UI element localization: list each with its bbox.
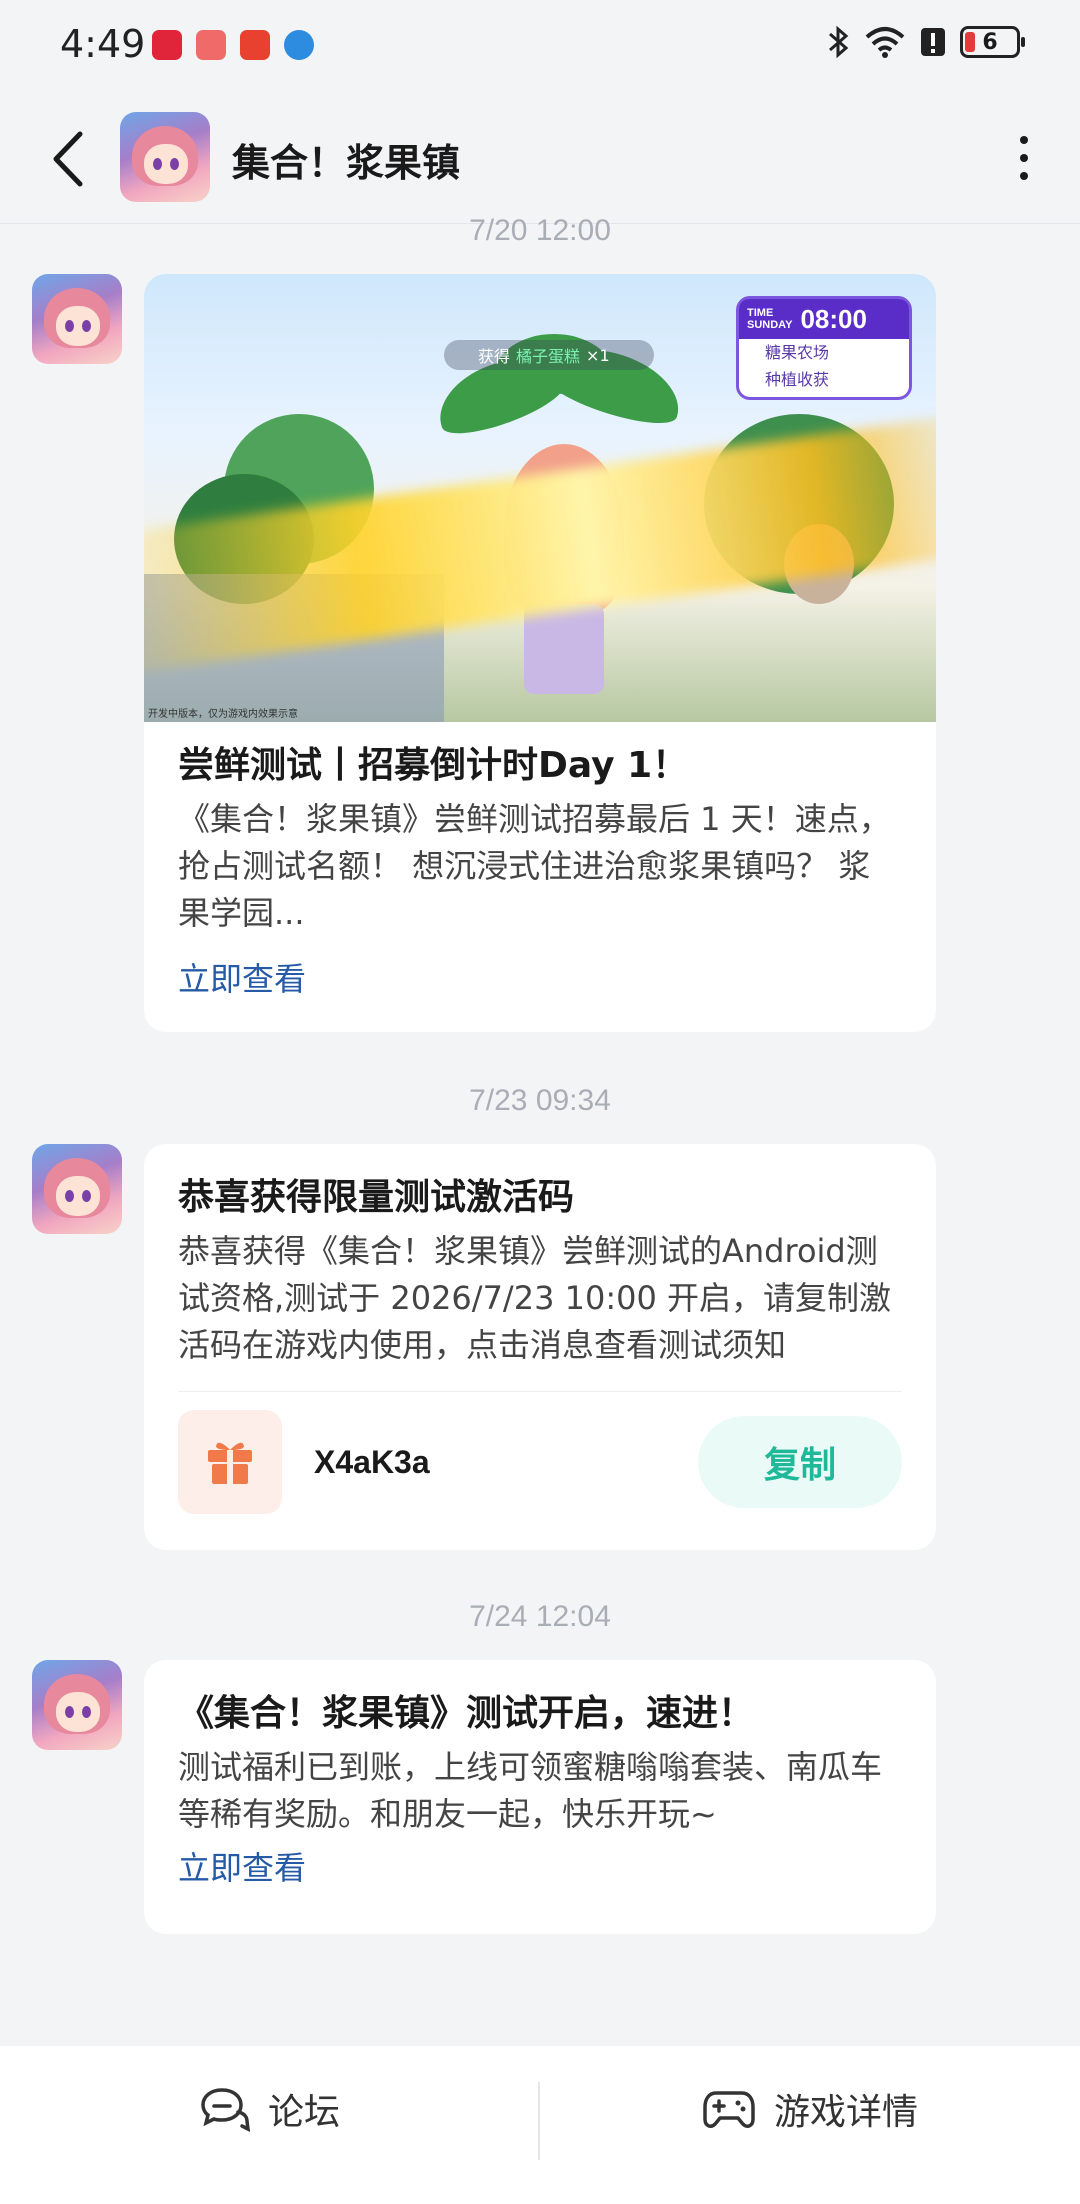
activation-code: X4aK3a [314, 1443, 430, 1480]
chat-title: 集合！浆果镇 [232, 141, 461, 185]
game-time-panel: TIME SUNDAY 08:00 糖果农场 种植收获 [736, 296, 912, 400]
gamepad-icon [703, 2091, 755, 2128]
bottom-action-bar: 论坛 游戏详情 [0, 2046, 1080, 2204]
sender-avatar[interactable] [32, 274, 122, 364]
news-body: 《集合！浆果镇》尝鲜测试招募最后 1 天！速点，抢占测试名额！ 想沉浸式住进治愈… [178, 800, 891, 932]
copy-button[interactable]: 复制 [698, 1416, 902, 1508]
task-label: 种植收获 [765, 370, 830, 389]
news-card[interactable]: 《集合！浆果镇》测试开启，速进！ 测试福利已到账，上线可领蜜糖嗡嗡套装、南瓜车等… [144, 1660, 936, 1934]
banner-caption: 开发中版本，仅为游戏内效果示意 [148, 709, 298, 720]
game-details-button[interactable]: 游戏详情 [540, 2046, 1080, 2172]
game-avatar[interactable] [120, 112, 210, 202]
bottom-separator [538, 2082, 540, 2160]
day-label: SUNDAY [747, 319, 793, 331]
wifi-icon [865, 27, 905, 58]
news-banner-image[interactable]: 获得 橘子蛋糕 ×1 TIME SUNDAY 08:00 糖果农场 种植收获 开… [144, 274, 936, 722]
sender-avatar[interactable] [32, 1660, 122, 1750]
news-title: 《集合！浆果镇》测试开启，速进！ [178, 1693, 755, 1734]
message-timestamp: 7/20 12:00 [469, 214, 611, 247]
reward-item: 橘子蛋糕 [516, 347, 581, 366]
reward-count: ×1 [586, 345, 610, 365]
view-now-link[interactable]: 立即查看 [178, 1848, 902, 1888]
sender-avatar[interactable] [32, 1144, 122, 1234]
reward-toast: 获得 橘子蛋糕 ×1 [444, 340, 654, 370]
status-bar: 4:49 6 [0, 0, 1080, 90]
message-timestamp: 7/24 12:04 [469, 1600, 611, 1633]
system-status-icons: 6 [826, 24, 1025, 60]
more-options-icon[interactable] [1012, 130, 1036, 186]
game-details-label: 游戏详情 [773, 2092, 918, 2133]
message-timestamp: 7/23 09:34 [469, 1084, 611, 1117]
news-title: 尝鲜测试丨招募倒计时Day 1！ [178, 745, 689, 786]
status-time: 4:49 [60, 22, 146, 66]
forum-icon [201, 2088, 250, 2132]
battery-indicator: 6 [960, 26, 1025, 58]
forum-button[interactable]: 论坛 [0, 2046, 540, 2172]
alert-icon [921, 28, 945, 56]
activation-title: 恭喜获得限量测试激活码 [178, 1177, 575, 1218]
location-label: 糖果农场 [765, 343, 830, 362]
forum-label: 论坛 [267, 2092, 340, 2133]
huawei-app-icon [152, 30, 182, 60]
battery-level: 6 [982, 29, 998, 55]
app-blue-icon [284, 30, 314, 60]
gift-icon [178, 1410, 282, 1514]
activation-code-row: X4aK3a 复制 [178, 1392, 902, 1532]
bluetooth-icon [829, 25, 849, 59]
view-now-link[interactable]: 立即查看 [178, 959, 902, 999]
reward-prefix: 获得 [478, 347, 511, 366]
app-red2-icon [240, 30, 270, 60]
news-body: 测试福利已到账，上线可领蜜糖嗡嗡套装、南瓜车等稀有奖励。和朋友一起，快乐开玩~ [178, 1748, 883, 1833]
back-button[interactable] [44, 126, 94, 192]
game-time-value: 08:00 [800, 303, 867, 334]
notification-icons [152, 30, 314, 60]
activation-code-card[interactable]: 恭喜获得限量测试激活码 恭喜获得《集合！浆果镇》尝鲜测试的Android测试资格… [144, 1144, 936, 1550]
activation-body: 恭喜获得《集合！浆果镇》尝鲜测试的Android测试资格,测试于 2026/7/… [178, 1232, 891, 1364]
app-red-icon [196, 30, 226, 60]
news-card[interactable]: 获得 橘子蛋糕 ×1 TIME SUNDAY 08:00 糖果农场 种植收获 开… [144, 274, 936, 1032]
chat-header: 集合！浆果镇 [0, 90, 1080, 224]
time-label: TIME [747, 307, 774, 319]
